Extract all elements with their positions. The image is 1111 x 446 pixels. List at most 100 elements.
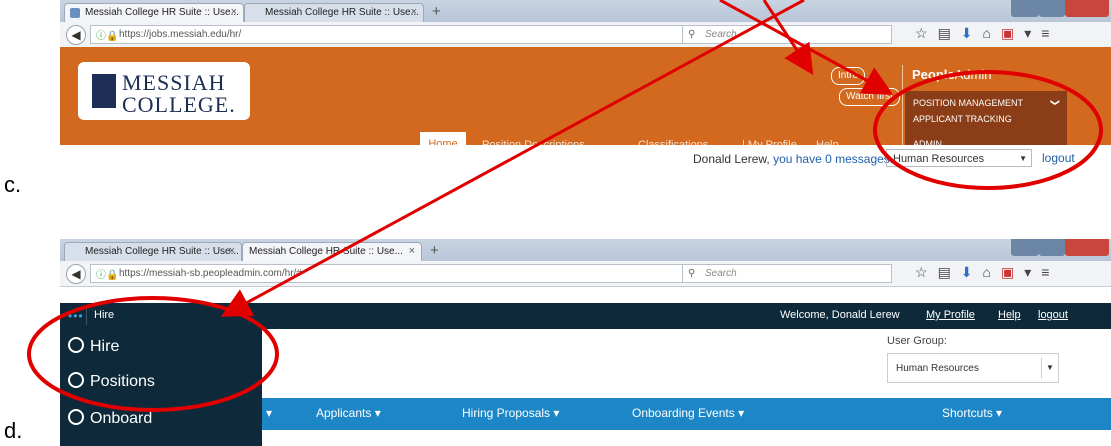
search-input[interactable]: ⚲ Search (682, 25, 892, 44)
logo-line-2: COLLEGE. (122, 92, 236, 117)
reading-list-icon[interactable]: ▤ (938, 25, 961, 41)
menu-icon[interactable]: ≡ (1041, 25, 1059, 41)
extension-icon[interactable]: ▣ (1001, 264, 1024, 280)
message-text: Donald Lerew, you have 0 messages. (693, 152, 893, 166)
group-value: Human Resources (893, 153, 985, 165)
download-icon[interactable]: ⬇ (961, 264, 983, 280)
my-profile-link[interactable]: My Profile (926, 309, 975, 321)
lock-icon: ⓘ🔒 (96, 31, 119, 42)
close-tab-icon[interactable]: × (231, 6, 237, 18)
browser-tab-1[interactable]: Messiah College HR Suite :: Use... × (64, 3, 244, 22)
menu-label: Onboard (90, 410, 153, 427)
browser-window-d: Messiah College HR Suite :: Use... × Mes… (60, 239, 1111, 446)
module-icon (68, 409, 84, 425)
maximize-icon[interactable] (1039, 0, 1065, 17)
browser-window-c: Messiah College HR Suite :: Use... × Mes… (60, 0, 1111, 190)
logout-link[interactable]: logout (1038, 309, 1068, 321)
window-controls (1011, 239, 1111, 257)
app-switcher-icon[interactable]: ••• (68, 309, 84, 323)
nav-toolbar: ◀ ⓘ🔒 https://jobs.messiah.edu/hr/ ↻ ⚲ Se… (60, 22, 1111, 48)
nav-shortcuts[interactable]: Shortcuts ▾ (942, 406, 1002, 420)
current-module-label: Hire (94, 309, 115, 321)
extension-icon[interactable]: ▣ (1001, 25, 1024, 41)
menu-item-hire[interactable]: Hire (68, 337, 119, 356)
close-tab-icon[interactable]: × (229, 245, 235, 257)
messiah-logo[interactable]: MESSIAH COLLEGE. (78, 62, 250, 120)
module-icon (68, 372, 84, 388)
user-group-label: User Group: (887, 335, 947, 347)
home-icon[interactable]: ⌂ (983, 264, 1001, 280)
close-window-icon[interactable] (1065, 239, 1109, 256)
new-tab-icon[interactable]: + (432, 3, 441, 20)
nav-hiring-proposals[interactable]: Hiring Proposals ▾ (462, 406, 559, 420)
toolbar-icons: ☆▤⬇⌂▣▾≡ (915, 264, 1059, 281)
download-icon[interactable]: ⬇ (961, 25, 983, 41)
address-bar[interactable]: ⓘ🔒 https://jobs.messiah.edu/hr/ ↻ (90, 25, 730, 44)
nav-toolbar: ◀ ⓘ🔒 https://messiah-sb.peopleadmin.com/… (60, 261, 1111, 287)
close-window-icon[interactable] (1065, 0, 1109, 17)
help-link[interactable]: Help (998, 309, 1021, 321)
minimize-icon[interactable] (1011, 0, 1039, 17)
intro-button[interactable]: Intro (831, 67, 866, 85)
module-dropdown: POSITION MANAGEMENT ❯ APPLICANT TRACKING… (905, 91, 1067, 153)
user-group-select[interactable]: Human Resources ▼ (887, 353, 1059, 383)
close-tab-icon[interactable]: × (411, 6, 417, 18)
menu-item-positions[interactable]: Positions (68, 372, 155, 391)
main-nav-bar: Applicants ▾ Hiring Proposals ▾ Onboardi… (262, 398, 1111, 430)
logout-link[interactable]: logout (1042, 151, 1075, 165)
chevron-down-icon[interactable]: ❯ (1049, 99, 1060, 107)
home-icon[interactable]: ⌂ (983, 25, 1001, 41)
window-controls (1011, 0, 1111, 18)
reading-list-icon[interactable]: ▤ (938, 264, 961, 280)
browser-tab-2[interactable]: Messiah College HR Suite :: Use... × (244, 3, 424, 22)
module-icon (68, 337, 84, 353)
brand-rest: Admin (954, 67, 992, 82)
menu-icon[interactable]: ≡ (1041, 264, 1059, 280)
chevron-down-icon: ▼ (1019, 154, 1027, 163)
toolbar-icons: ☆▤⬇⌂▣▾≡ (915, 25, 1059, 42)
search-input[interactable]: ⚲ Search (682, 264, 892, 283)
group-select[interactable]: Human Resources ▼ (886, 149, 1032, 167)
maximize-icon[interactable] (1039, 239, 1065, 256)
peopleadmin-brand: PeopleAdmin (912, 67, 991, 82)
search-placeholder: Search (705, 29, 737, 40)
messages-link[interactable]: you have 0 messages. (773, 152, 893, 166)
address-bar[interactable]: ⓘ🔒 https://messiah-sb.peopleadmin.com/hr… (90, 264, 730, 283)
menu-position-management[interactable]: POSITION MANAGEMENT (913, 98, 1023, 108)
lock-icon: ⓘ🔒 (96, 270, 119, 281)
bookmark-star-icon[interactable]: ☆ (915, 25, 938, 41)
label-c: c. (4, 172, 22, 197)
back-icon[interactable]: ◀ (66, 25, 86, 45)
chevron-down-icon: ▼ (1041, 358, 1058, 378)
brand-bold: People (912, 67, 955, 82)
divider (86, 307, 87, 325)
browser-tab-2[interactable]: Messiah College HR Suite :: Use... × (242, 242, 422, 261)
menu-applicant-tracking[interactable]: APPLICANT TRACKING (913, 114, 1012, 124)
minimize-icon[interactable] (1011, 239, 1039, 256)
search-icon: ⚲ (688, 268, 696, 279)
url-text: https://messiah-sb.peopleadmin.com/hr/# (119, 268, 302, 279)
search-placeholder: Search (705, 268, 737, 279)
app-top-bar: ••• Hire Welcome, Donald Lerew My Profil… (60, 303, 1111, 329)
dropdown-icon[interactable]: ▾ (1024, 25, 1041, 41)
nav-onboarding-events[interactable]: Onboarding Events ▾ (632, 406, 744, 420)
tab-title: Messiah College HR Suite :: Use... (85, 246, 239, 257)
close-tab-icon[interactable]: × (409, 245, 415, 257)
module-menu: Hire Positions Onboard (60, 329, 262, 446)
nav-applicants[interactable]: Applicants ▾ (316, 406, 381, 420)
bookmark-star-icon[interactable]: ☆ (915, 264, 938, 280)
browser-tab-1[interactable]: Messiah College HR Suite :: Use... × (64, 242, 242, 261)
user-group-value: Human Resources (896, 363, 979, 374)
shield-icon (92, 74, 116, 108)
back-icon[interactable]: ◀ (66, 264, 86, 284)
dropdown-icon[interactable]: ▾ (1024, 264, 1041, 280)
new-tab-icon[interactable]: + (430, 242, 439, 259)
watch-first-button[interactable]: Watch first (839, 88, 900, 106)
header-divider (902, 65, 903, 145)
tab-title: Messiah College HR Suite :: Use... (265, 7, 419, 18)
tab-title: Messiah College HR Suite :: Use... (249, 246, 403, 257)
favicon-icon (70, 8, 80, 18)
menu-item-onboard[interactable]: Onboard (68, 409, 152, 428)
search-icon: ⚲ (688, 29, 696, 40)
tab-title: Messiah College HR Suite :: Use... (85, 7, 239, 18)
